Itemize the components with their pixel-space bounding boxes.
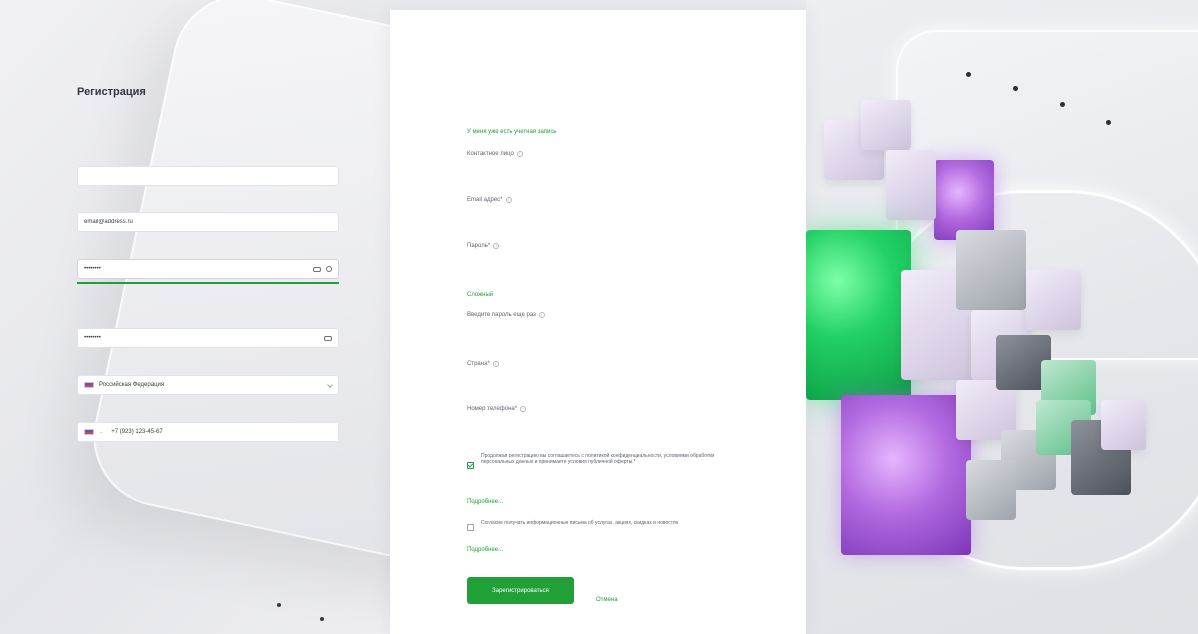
more-link-1-text[interactable]: Подробнее... (467, 499, 503, 505)
country-value[interactable]: Российская Федерация (99, 382, 164, 388)
illustration-cube (1101, 400, 1146, 450)
illustration-dot (1013, 86, 1018, 91)
page-title: Регистрация (77, 86, 146, 98)
country-select[interactable]: Российская Федерация (77, 375, 339, 395)
contact-label: Контактное лицо i (467, 151, 523, 157)
email-label: Email адрес* i (467, 197, 512, 203)
login-link[interactable]: У меня уже есть учетная запись (467, 129, 557, 135)
phone-label: Номер телефона* i (467, 406, 527, 412)
password-value[interactable]: •••••••• (84, 266, 313, 272)
more-link-2[interactable]: Подробнее... (467, 547, 503, 553)
info-icon[interactable]: i (492, 361, 499, 367)
russia-flag-icon (84, 382, 94, 388)
illustration-cube (861, 100, 911, 150)
background-dot (277, 603, 281, 607)
contact-field[interactable] (77, 166, 339, 186)
more-link-1[interactable]: Подробнее... (467, 499, 503, 505)
info-icon[interactable]: i (516, 151, 523, 157)
cancel-link-text[interactable]: Отмена (596, 597, 618, 603)
email-field[interactable] (77, 212, 339, 232)
contact-label-text: Контактное лицо (467, 151, 514, 157)
eye-icon[interactable] (313, 266, 321, 272)
illustration-cube (1026, 270, 1081, 330)
email-label-text: Email адрес* (467, 197, 503, 203)
registration-card (390, 10, 806, 634)
phone-label-text: Номер телефона* (467, 406, 518, 412)
background-right-illustration (806, 0, 1198, 634)
repeat-password-label: Введите пароль еще раз i (467, 312, 545, 318)
illustration-cube (841, 395, 971, 555)
password-strength-bar (77, 282, 339, 284)
login-link-text[interactable]: У меня уже есть учетная запись (467, 129, 557, 135)
consent-checkbox[interactable] (467, 462, 474, 469)
news-checkbox[interactable] (467, 524, 474, 531)
illustration-cube (886, 150, 936, 220)
country-label: Страна* i (467, 361, 499, 367)
phone-field[interactable]: ⌄ +7 (923) 123-45-67 (77, 422, 339, 442)
password-icons (313, 266, 332, 272)
illustration-cube (956, 230, 1026, 310)
info-icon[interactable]: i (520, 406, 527, 412)
country-code-flag-icon[interactable] (84, 429, 94, 435)
country-label-text: Страна* (467, 361, 490, 367)
country-code-chevron-icon[interactable]: ⌄ (99, 429, 103, 435)
cancel-link[interactable]: Отмена (596, 588, 618, 606)
background-dot (320, 617, 324, 621)
illustration-cube (806, 230, 911, 400)
password-strength-text: Сложный (467, 292, 494, 298)
info-icon[interactable]: i (493, 243, 500, 249)
more-link-2-text[interactable]: Подробнее... (467, 547, 503, 553)
background-left (0, 0, 390, 634)
repeat-password-label-text: Введите пароль еще раз (467, 312, 536, 318)
repeat-password-value[interactable]: •••••••• (84, 335, 324, 341)
illustration-cube (966, 460, 1016, 520)
chevron-down-icon[interactable] (327, 382, 333, 388)
illustration-dot (1060, 102, 1065, 107)
illustration-dot (1106, 120, 1111, 125)
password-label-text: Пароль* (467, 243, 491, 249)
info-icon[interactable]: i (505, 197, 512, 203)
eye-icon[interactable] (324, 335, 332, 341)
email-input[interactable] (84, 219, 332, 225)
consent-text: Продолжая регистрацию вы соглашаетесь с … (481, 453, 715, 465)
password-strength: Сложный (467, 292, 493, 298)
repeat-password-field[interactable]: •••••••• (77, 328, 339, 348)
register-button[interactable]: Зарегистрироваться (467, 577, 574, 604)
password-field[interactable]: •••••••• (77, 259, 339, 279)
info-icon[interactable]: i (538, 312, 545, 318)
illustration-cube (934, 160, 994, 240)
phone-value[interactable]: +7 (923) 123-45-67 (111, 429, 163, 435)
illustration-dot (966, 72, 971, 77)
contact-input[interactable] (84, 173, 332, 179)
generate-password-icon[interactable] (326, 266, 332, 272)
password-label: Пароль* i (467, 243, 500, 249)
news-text: Согласие получать информационные письма … (481, 520, 679, 526)
